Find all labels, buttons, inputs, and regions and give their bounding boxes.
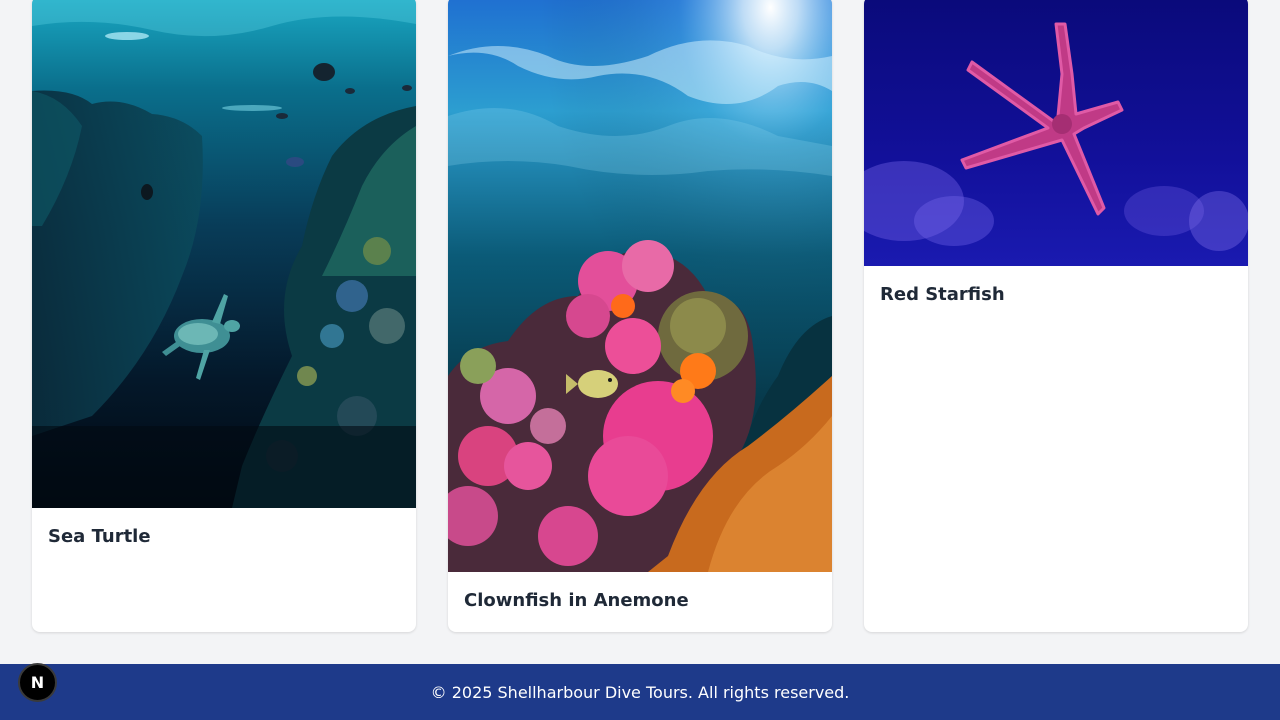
card-red-starfish[interactable]: Red Starfish — [864, 0, 1248, 632]
card-title-sea-turtle: Sea Turtle — [48, 526, 151, 547]
card-title-red-starfish: Red Starfish — [880, 284, 1005, 305]
clownfish-coral-image — [448, 0, 832, 572]
sea-turtle-image — [32, 0, 416, 508]
footer-copyright: © 2025 Shellharbour Dive Tours. All righ… — [430, 682, 850, 702]
nextjs-dev-badge[interactable]: N — [18, 663, 57, 702]
footer: © 2025 Shellharbour Dive Tours. All righ… — [0, 664, 1280, 720]
red-starfish-image — [864, 0, 1248, 266]
card-clownfish-in-anemone[interactable]: Clownfish in Anemone — [448, 0, 832, 632]
badge-letter: N — [30, 673, 45, 692]
card-sea-turtle[interactable]: Sea Turtle — [32, 0, 416, 632]
card-title-clownfish-in-anemone: Clownfish in Anemone — [464, 590, 689, 611]
